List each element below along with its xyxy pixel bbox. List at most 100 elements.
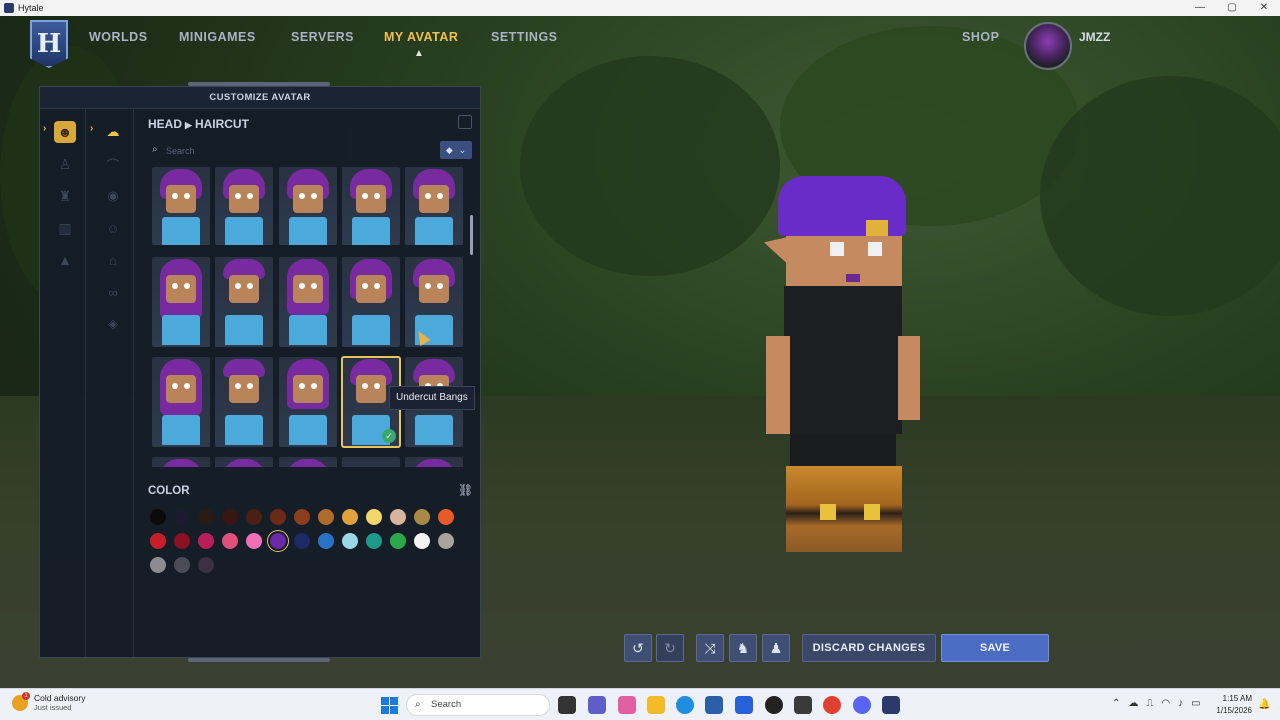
nav-servers[interactable]: SERVERS (291, 30, 354, 44)
haircut-tile[interactable] (279, 357, 337, 447)
color-swatch[interactable] (198, 509, 214, 525)
onedrive-icon[interactable]: ☁ (1128, 698, 1138, 709)
link-icon[interactable]: ⛓ (458, 483, 473, 497)
hat-icon[interactable]: ⌂ (102, 251, 124, 269)
color-swatch[interactable] (246, 509, 262, 525)
color-swatch[interactable] (222, 509, 238, 525)
discord-icon[interactable] (853, 696, 871, 714)
panel-options-icon[interactable] (458, 115, 472, 129)
taskbar-search[interactable]: ⌕ Search (406, 694, 550, 716)
color-swatch[interactable] (414, 533, 430, 549)
hytale-taskbar-icon[interactable] (882, 696, 900, 714)
haircut-tile[interactable] (342, 257, 400, 347)
head-category-icon[interactable]: ☻ (54, 121, 76, 143)
body-category-icon[interactable]: ♙ (54, 153, 76, 175)
color-swatch[interactable] (414, 509, 430, 525)
color-swatch[interactable] (150, 533, 166, 549)
filter-dropdown-button[interactable]: ◆ ⌄ (440, 141, 472, 159)
color-swatch[interactable] (390, 533, 406, 549)
haircut-tile[interactable] (152, 357, 210, 447)
color-swatch[interactable] (270, 509, 286, 525)
nav-settings[interactable]: SETTINGS (491, 30, 558, 44)
app-icon[interactable] (735, 696, 753, 714)
color-swatch[interactable] (246, 533, 262, 549)
nav-worlds[interactable]: WORLDS (89, 30, 148, 44)
haircut-tile[interactable] (215, 257, 273, 347)
cape-category-icon[interactable]: ▲ (54, 249, 76, 271)
eyebrows-icon[interactable]: ⌒ (102, 155, 124, 173)
minimize-button[interactable]: — (1184, 0, 1216, 16)
haircut-tile[interactable] (152, 457, 210, 467)
avatar-preview[interactable] (760, 176, 920, 566)
battery-icon[interactable]: ▭ (1191, 698, 1200, 709)
teams-icon[interactable] (588, 696, 606, 714)
copilot-icon[interactable] (618, 696, 636, 714)
file-explorer-icon[interactable] (647, 696, 665, 714)
chevron-up-icon[interactable]: ⌃ (1112, 698, 1120, 709)
color-swatch[interactable] (294, 509, 310, 525)
edge-icon[interactable] (676, 696, 694, 714)
haircut-icon[interactable]: ☁ (102, 123, 124, 141)
haircut-tile[interactable] (152, 167, 210, 245)
volume-icon[interactable]: ♪ (1178, 698, 1183, 709)
search-input[interactable] (166, 143, 426, 159)
color-swatch[interactable] (438, 533, 454, 549)
haircut-tile[interactable] (342, 457, 400, 467)
notification-bell-icon[interactable]: 🔔 (1258, 699, 1270, 710)
color-swatch[interactable] (294, 533, 310, 549)
color-swatch[interactable] (318, 533, 334, 549)
pants-category-icon[interactable]: ▥ (54, 217, 76, 239)
color-swatch[interactable] (366, 509, 382, 525)
username[interactable]: JMZZ (1079, 30, 1110, 44)
redo-button[interactable]: ↻ (656, 634, 684, 662)
color-swatch[interactable] (222, 533, 238, 549)
task-view-icon[interactable] (558, 696, 576, 714)
color-swatch[interactable] (318, 509, 334, 525)
clock[interactable]: 1:15 AM 1/15/2026 (1212, 693, 1252, 717)
windows-start-icon[interactable] (381, 697, 398, 714)
chrome-icon[interactable] (823, 696, 841, 714)
haircut-tile[interactable] (405, 167, 463, 245)
color-swatch[interactable] (342, 533, 358, 549)
eyes-icon[interactable]: ◉ (102, 187, 124, 205)
reset-avatar-button[interactable]: ♟ (762, 634, 790, 662)
color-swatch[interactable] (270, 533, 286, 549)
face-icon[interactable]: ☺ (102, 219, 124, 237)
color-swatch[interactable] (150, 557, 166, 573)
hytale-logo[interactable]: H (30, 20, 68, 68)
color-swatch[interactable] (174, 557, 190, 573)
color-swatch[interactable] (174, 533, 190, 549)
user-avatar[interactable] (1024, 22, 1072, 70)
randomize-button[interactable]: ⤨ (696, 634, 724, 662)
color-swatch[interactable] (198, 533, 214, 549)
haircut-tile[interactable] (215, 457, 273, 467)
wifi-icon[interactable]: ◠ (1161, 698, 1170, 709)
haircut-tile[interactable] (279, 457, 337, 467)
haircut-tile[interactable] (279, 167, 337, 245)
shirt-category-icon[interactable]: ♜ (54, 185, 76, 207)
color-swatch[interactable] (150, 509, 166, 525)
app-icon[interactable] (794, 696, 812, 714)
weather-widget[interactable]: 1 Cold advisory Just issued (12, 691, 86, 712)
color-swatch[interactable] (174, 509, 190, 525)
nav-shop[interactable]: SHOP (962, 30, 999, 44)
haircut-tile[interactable] (405, 457, 463, 467)
save-button[interactable]: SAVE (941, 634, 1049, 662)
randomize-outfit-button[interactable]: ♞ (729, 634, 757, 662)
nav-minigames[interactable]: MINIGAMES (179, 30, 256, 44)
haircut-tile[interactable] (215, 357, 273, 447)
maximize-button[interactable]: ▢ (1216, 0, 1248, 16)
usb-icon[interactable]: ⎍ (1146, 698, 1153, 709)
haircut-tile[interactable] (342, 167, 400, 245)
haircut-tile[interactable] (279, 257, 337, 347)
haircut-tile[interactable] (152, 257, 210, 347)
haircut-tile[interactable] (215, 167, 273, 245)
color-swatch[interactable] (366, 533, 382, 549)
color-swatch[interactable] (438, 509, 454, 525)
nav-my-avatar[interactable]: MY AVATAR (384, 30, 458, 44)
mask-icon[interactable]: ◈ (102, 315, 124, 333)
glasses-icon[interactable]: ∞ (102, 283, 124, 301)
grid-scrollbar[interactable] (470, 215, 473, 255)
discard-changes-button[interactable]: DISCARD CHANGES (802, 634, 936, 662)
color-swatch[interactable] (390, 509, 406, 525)
